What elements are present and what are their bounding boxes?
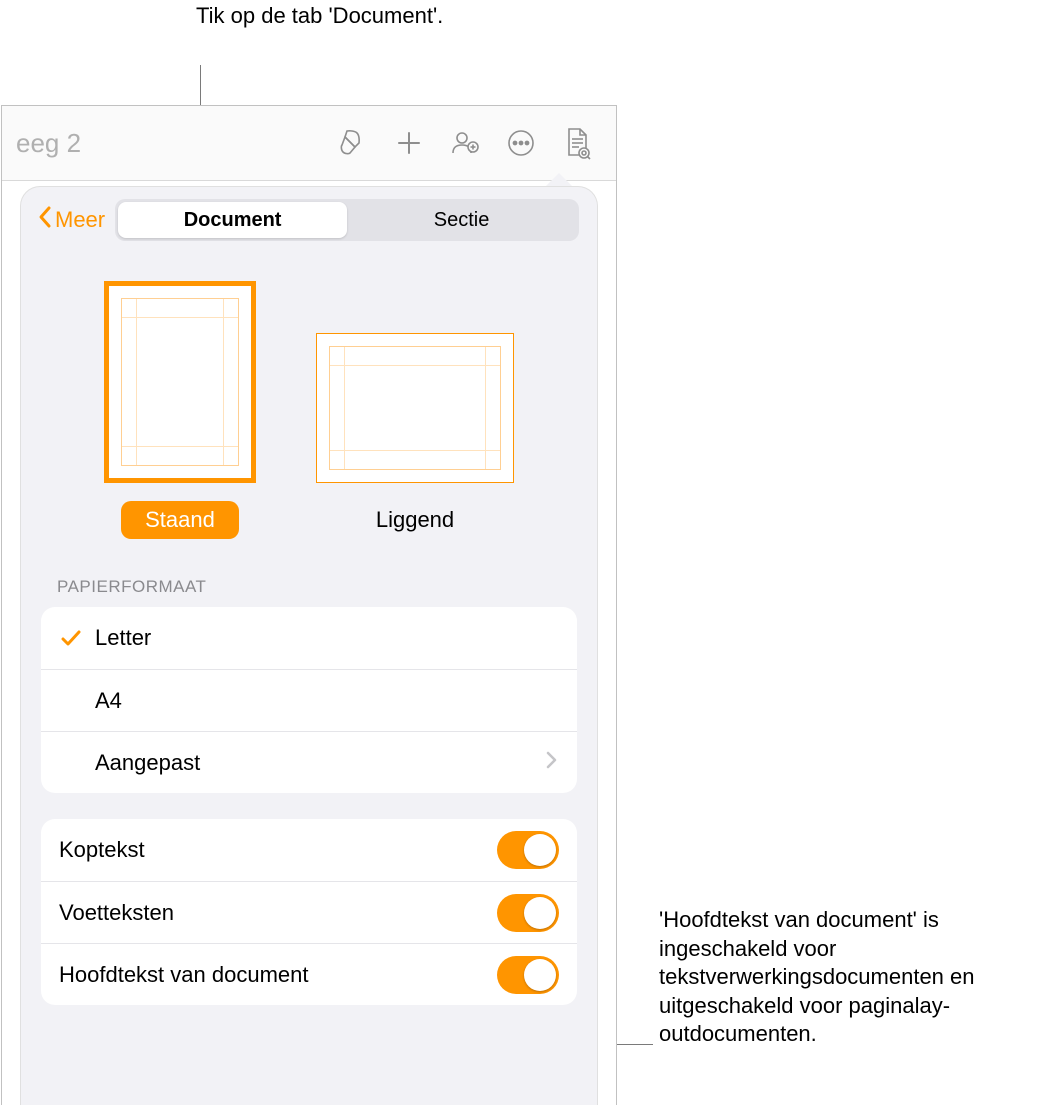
orientation-portrait[interactable]: Staand <box>104 281 256 539</box>
segmented-control: Document Sectie <box>115 199 579 241</box>
tab-section-label: Sectie <box>434 209 490 232</box>
paper-size-a4-label: A4 <box>59 688 559 714</box>
paper-size-letter-label: Letter <box>95 625 559 651</box>
toggle-row-header: Koptekst <box>41 819 577 881</box>
paper-size-letter[interactable]: Letter <box>41 607 577 669</box>
chevron-left-icon <box>37 205 53 235</box>
toggle-header-label: Koptekst <box>59 837 497 863</box>
format-brush-icon[interactable] <box>326 116 380 170</box>
callout-right-text: 'Hoofdtekst van document' is ingeschakel… <box>659 907 975 1046</box>
toggle-body-label: Hoofdtekst van document <box>59 962 497 988</box>
orientation-landscape[interactable]: Liggend <box>316 333 514 539</box>
toggle-body-text[interactable] <box>497 956 559 994</box>
toggle-footers[interactable] <box>497 894 559 932</box>
document-options-popover: Meer Document Sectie Staand <box>20 186 598 1105</box>
portrait-thumbnail <box>104 281 256 483</box>
add-icon[interactable] <box>382 116 436 170</box>
popover-header: Meer Document Sectie <box>21 187 597 253</box>
paper-format-header: PAPIERFORMAAT <box>21 569 597 607</box>
paper-size-custom-label: Aangepast <box>59 750 545 776</box>
back-button[interactable]: Meer <box>31 201 111 239</box>
tab-document[interactable]: Document <box>118 202 347 238</box>
tab-document-label: Document <box>184 209 282 232</box>
back-label: Meer <box>55 207 105 233</box>
document-toggles-group: Koptekst Voetteksten Hoofdtekst van docu… <box>41 819 577 1005</box>
paper-format-group: Letter A4 Aangepast <box>41 607 577 793</box>
popover-arrow <box>546 173 572 186</box>
toggle-row-footers: Voetteksten <box>41 881 577 943</box>
paper-size-a4[interactable]: A4 <box>41 669 577 731</box>
more-icon[interactable] <box>494 116 548 170</box>
portrait-label: Staand <box>121 501 239 539</box>
landscape-label: Liggend <box>352 501 478 539</box>
collaborate-icon[interactable] <box>438 116 492 170</box>
checkmark-icon <box>59 626 95 650</box>
landscape-thumbnail <box>316 333 514 483</box>
toolbar: eeg 2 <box>2 106 616 181</box>
callout-top: Tik op de tab 'Document'. <box>196 2 443 31</box>
paper-size-custom[interactable]: Aangepast <box>41 731 577 793</box>
callout-top-text: Tik op de tab 'Document'. <box>196 3 443 28</box>
chevron-right-icon <box>545 750 559 776</box>
toggle-header[interactable] <box>497 831 559 869</box>
document-title-fragment: eeg 2 <box>14 128 81 159</box>
popover-body: Staand Liggend PAPIERFORMAAT <box>21 253 597 1105</box>
toggle-footers-label: Voetteksten <box>59 900 497 926</box>
tab-section[interactable]: Sectie <box>347 202 576 238</box>
callout-right: 'Hoofdtekst van document' is ingeschakel… <box>659 906 1059 1049</box>
document-options-icon[interactable] <box>550 116 604 170</box>
app-window: eeg 2 <box>1 105 617 1105</box>
toggle-row-body-text: Hoofdtekst van document <box>41 943 577 1005</box>
orientation-row: Staand Liggend <box>21 261 597 569</box>
